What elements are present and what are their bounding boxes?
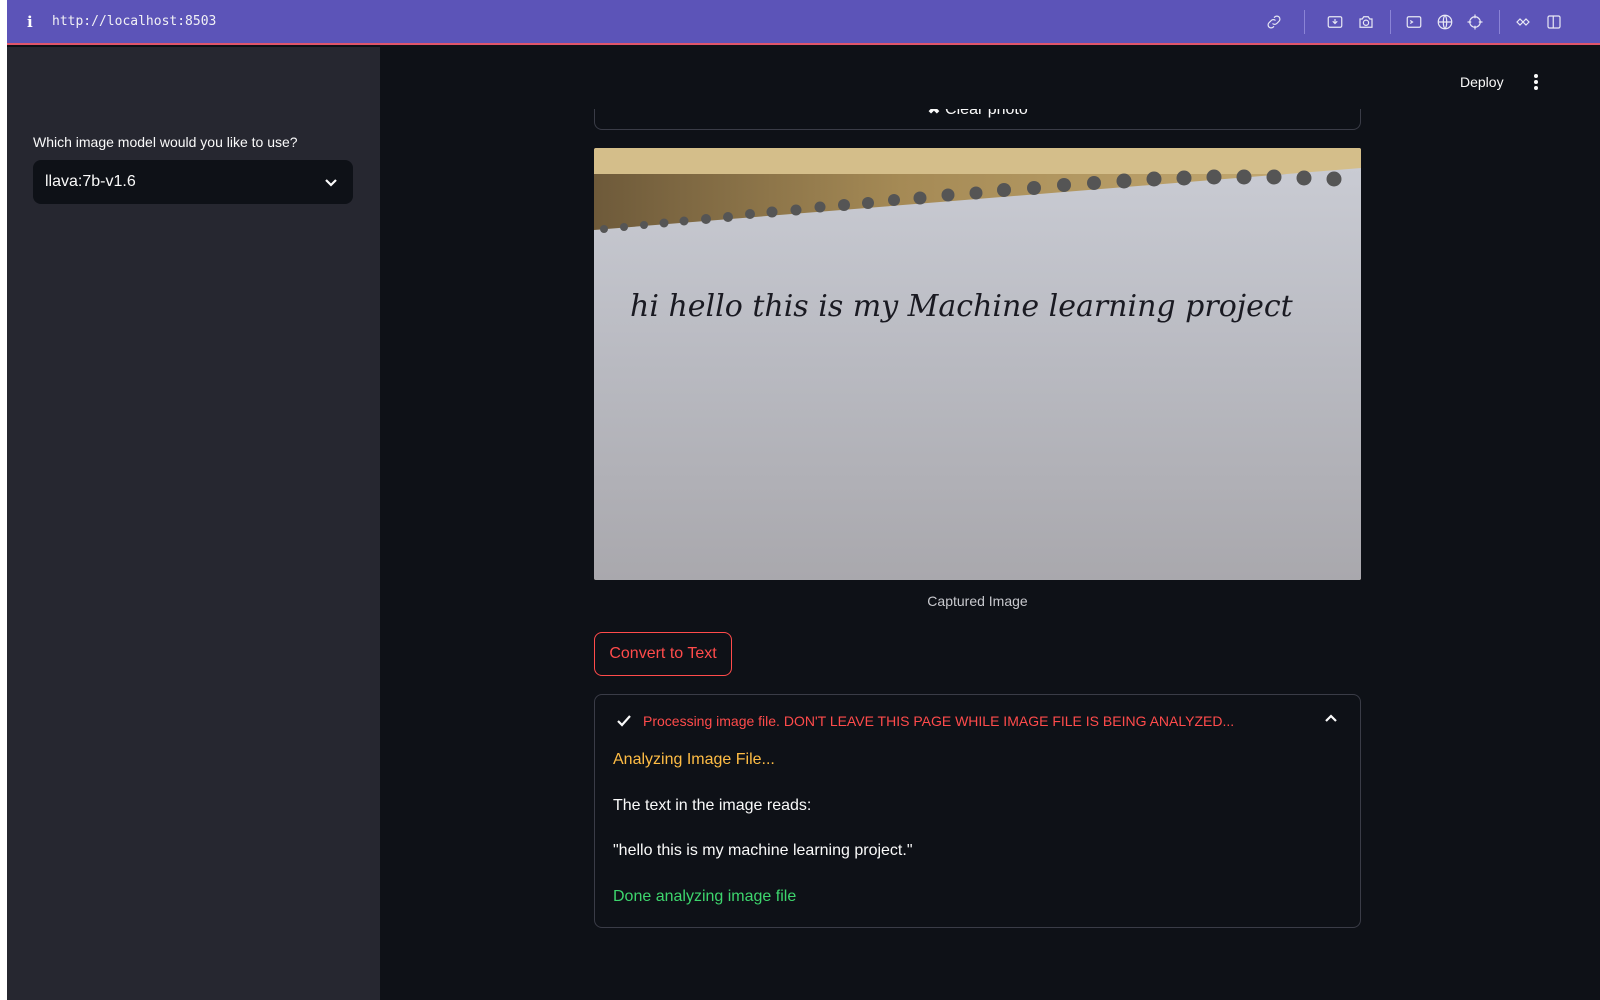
done-message: Done analyzing image file: [613, 888, 797, 905]
chevron-up-icon[interactable]: [1323, 711, 1339, 727]
check-icon: [615, 712, 633, 730]
toolbar-divider: [1304, 10, 1305, 34]
image-caption: Captured Image: [927, 593, 1028, 609]
app-window: i http://localhost:8503 Which image mode…: [7, 0, 1600, 1000]
toolbar-divider: [1390, 10, 1391, 34]
analyzing-message: Analyzing Image File...: [613, 751, 775, 768]
captured-image: hi hello this is my Machine learning pro…: [594, 148, 1361, 580]
more-menu-icon[interactable]: [1532, 74, 1540, 92]
result-intro: The text in the image reads:: [613, 797, 812, 814]
convert-to-text-button[interactable]: Convert to Text: [594, 632, 732, 676]
chevron-down-icon[interactable]: [323, 174, 339, 190]
browser-bar: i http://localhost:8503: [7, 0, 1600, 45]
terminal-icon[interactable]: [1404, 12, 1424, 32]
result-text: "hello this is my machine learning proje…: [613, 842, 913, 859]
sidebar: Which image model would you like to use?…: [7, 47, 380, 1000]
model-select-label: Which image model would you like to use?: [33, 134, 298, 150]
model-select[interactable]: llava:7b-v1.6: [33, 160, 353, 204]
url-field[interactable]: http://localhost:8503: [52, 14, 216, 29]
handwritten-text: hi hello this is my Machine learning pro…: [630, 289, 1294, 324]
info-icon[interactable]: i: [27, 13, 37, 31]
extensions-icon[interactable]: [1513, 12, 1533, 32]
status-expander: Processing image file. DON'T LEAVE THIS …: [594, 694, 1361, 928]
app-header: [380, 47, 1600, 109]
toolbar-divider: [1499, 10, 1500, 34]
status-title[interactable]: Processing image file. DON'T LEAVE THIS …: [643, 713, 1234, 729]
globe-icon[interactable]: [1435, 12, 1455, 32]
main-content: ✖ Clear photo Deploy hi hello this is my…: [380, 47, 1600, 1000]
screenshot-icon[interactable]: [1325, 12, 1345, 32]
crosshair-icon[interactable]: [1465, 12, 1485, 32]
sidebar-toggle-icon[interactable]: [1544, 12, 1564, 32]
link-icon[interactable]: [1264, 12, 1284, 32]
camera-icon[interactable]: [1356, 12, 1376, 32]
deploy-button[interactable]: Deploy: [1460, 74, 1504, 90]
model-select-value: llava:7b-v1.6: [45, 173, 136, 190]
